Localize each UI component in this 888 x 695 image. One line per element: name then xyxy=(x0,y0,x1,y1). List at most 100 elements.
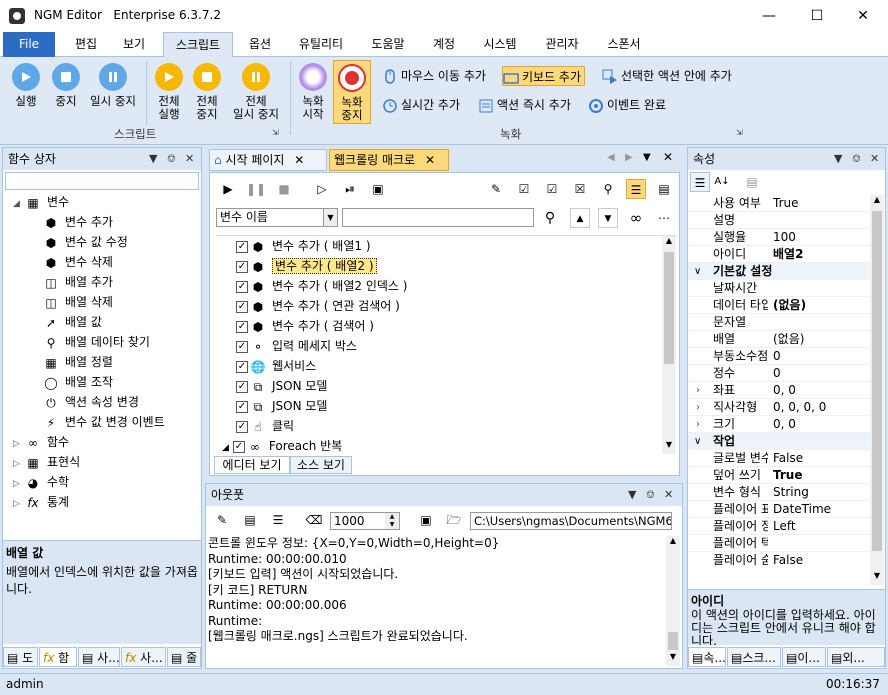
property-value[interactable]: 0, 0 xyxy=(773,416,796,433)
action-item[interactable]: ✓ ⧉ JSON 모델 xyxy=(236,376,327,396)
expand-icon[interactable]: › xyxy=(696,416,700,433)
property-category[interactable]: ∨ 기본값 설정 xyxy=(688,263,870,280)
tab-snippet[interactable]: ▤ 줄 xyxy=(167,647,201,667)
source-view-tab[interactable]: 소스 보기 xyxy=(290,456,352,474)
property-value[interactable]: DateTime xyxy=(773,501,831,518)
tree-item[interactable]: ⬢ 변수 추가 xyxy=(43,212,113,232)
dropdown-icon[interactable]: ▼ xyxy=(628,484,636,506)
tab-images[interactable]: ▤이... xyxy=(782,647,826,667)
list-icon[interactable]: ☰ xyxy=(268,510,288,530)
tree-item[interactable]: ⏻ 액션 속성 변경 xyxy=(43,392,139,412)
property-value[interactable]: (없음) xyxy=(773,297,806,314)
scroll-thumb[interactable] xyxy=(664,252,674,364)
edit-icon[interactable]: ✎ xyxy=(486,179,506,199)
search-icon[interactable]: ⚲ xyxy=(540,208,560,228)
property-value[interactable]: True xyxy=(773,467,802,484)
run-all-button[interactable]: 전체 실행 xyxy=(150,63,188,121)
menu-admin[interactable]: 관리자 xyxy=(536,32,588,57)
tree-item[interactable]: ▷ fx 통계 xyxy=(13,492,69,512)
tree-item[interactable]: ◫ 배열 추가 xyxy=(43,272,113,292)
record-start-button[interactable]: 녹화 시작 xyxy=(296,63,330,121)
tree-item[interactable]: ⚲ 배열 데이타 찾기 xyxy=(43,332,150,352)
pause-button[interactable]: 일시 중지 xyxy=(84,63,142,108)
add-action-now-button[interactable]: 액션 즉시 추가 xyxy=(478,95,571,115)
expand-icon[interactable]: ▷ xyxy=(13,434,25,454)
property-row[interactable]: › 크기 0, 0 xyxy=(688,416,870,433)
tree-item[interactable]: ◫ 배열 삭제 xyxy=(43,292,113,312)
expand-icon[interactable]: › xyxy=(696,399,700,416)
tree-item[interactable]: ⬢ 변수 삭제 xyxy=(43,252,113,272)
eraser-icon[interactable]: ⌫ xyxy=(304,510,324,530)
stop-icon[interactable]: ■ xyxy=(274,179,294,199)
action-item[interactable]: ✓ ⬢ 변수 추가 ( 연관 검색어 ) xyxy=(236,296,400,316)
property-value[interactable]: False xyxy=(773,552,803,567)
menu-script[interactable]: 스크립트 xyxy=(163,32,233,57)
output-scrollbar[interactable]: ▲ ▼ xyxy=(666,536,680,666)
pin-icon[interactable]: ⎊ xyxy=(852,148,861,170)
run-button[interactable]: 실행 xyxy=(6,63,46,108)
sort-alpha-icon[interactable]: A↓ xyxy=(712,172,732,192)
run-from-icon[interactable]: ▷ xyxy=(312,179,332,199)
property-value[interactable]: False xyxy=(773,450,803,467)
scroll-down-icon[interactable]: ▼ xyxy=(666,652,680,666)
tree-item[interactable]: ▷ ▦ 표현식 xyxy=(13,452,80,472)
run-step-icon[interactable]: ⏯ xyxy=(340,179,360,199)
action-item[interactable]: ✓ ⬢ 변수 추가 ( 배열1 ) xyxy=(236,236,371,256)
scroll-down-icon[interactable]: ▼ xyxy=(870,571,884,585)
property-row[interactable]: 정수 0 xyxy=(688,365,870,382)
tab-list-icon[interactable]: ▼ xyxy=(643,152,651,163)
categorized-icon[interactable]: ☰ xyxy=(690,172,710,192)
group-expand-icon[interactable]: ⇲ xyxy=(272,128,279,137)
tab-scroll-left-icon[interactable]: ◀ xyxy=(607,152,615,163)
tab-external[interactable]: ▤외... xyxy=(827,647,885,667)
property-row[interactable]: 설명 xyxy=(688,212,870,229)
action-checkbox[interactable]: ✓ xyxy=(236,240,248,253)
clean-icon[interactable]: ✎ xyxy=(212,510,232,530)
property-row[interactable]: 날짜시간 xyxy=(688,280,870,297)
pause-all-button[interactable]: 전체 일시 중지 xyxy=(226,63,286,121)
property-row[interactable]: 사용 여부 True xyxy=(688,195,870,212)
run-icon[interactable]: ▶ xyxy=(218,179,238,199)
action-item[interactable]: ✓ ⬢ 변수 추가 ( 검색어 ) xyxy=(236,316,374,336)
tab-close-icon[interactable]: ✕ xyxy=(425,153,435,167)
search-icon[interactable]: ⚲ xyxy=(598,179,618,199)
property-row[interactable]: › 좌표 0, 0 xyxy=(688,382,870,399)
property-row[interactable]: 플레이어 텍스트 xyxy=(688,535,870,552)
tree-item[interactable]: ◯ 배열 조작 xyxy=(43,372,113,392)
collapse-icon[interactable]: ◢ xyxy=(13,194,25,214)
expand-icon[interactable]: ▷ xyxy=(13,454,25,474)
property-value[interactable]: 배열2 xyxy=(773,246,803,263)
action-item[interactable]: ✓ ⚬ 입력 메세지 박스 xyxy=(236,336,357,356)
property-scrollbar[interactable]: ▲ ▼ xyxy=(870,195,884,585)
property-row[interactable]: 변수 형식 String xyxy=(688,484,870,501)
file-menu[interactable]: File xyxy=(3,32,55,57)
function-search-input[interactable] xyxy=(5,172,199,190)
tree-item[interactable]: ▦ 배열 정렬 xyxy=(43,352,113,372)
action-item[interactable]: ✓ ⬢ 변수 추가 ( 배열2 인덱스 ) xyxy=(236,276,407,296)
dropdown-icon[interactable]: ▼ xyxy=(149,148,157,170)
event-complete-button[interactable]: 이벤트 완료 xyxy=(588,95,666,115)
tab-script-list[interactable]: ▤스크... xyxy=(727,647,781,667)
output-count-stepper[interactable]: 1000 ▲ ▼ xyxy=(330,512,400,530)
action-item[interactable]: ✓ 🌐 웹서비스 xyxy=(236,356,316,376)
property-row[interactable]: 글로벌 변수 False xyxy=(688,450,870,467)
record-stop-button[interactable]: 녹화 중지 xyxy=(333,60,371,124)
action-checkbox[interactable]: ✓ xyxy=(236,360,248,373)
action-checkbox[interactable]: ✓ xyxy=(236,400,248,413)
document-search-icon[interactable]: ▤ xyxy=(240,510,260,530)
close-icon[interactable]: ✕ xyxy=(664,484,673,506)
scroll-up-icon[interactable]: ▲ xyxy=(662,236,676,250)
tree-item[interactable]: ⬢ 변수 값 수정 xyxy=(43,232,128,252)
minimize-button[interactable]: — xyxy=(746,0,792,32)
property-row[interactable]: 플레이어 정렬 Left xyxy=(688,518,870,535)
scroll-up-icon[interactable]: ▲ xyxy=(666,536,680,550)
action-item[interactable]: ◢ ✓ ∞ Foreach 반복 xyxy=(222,436,342,456)
scroll-thumb[interactable] xyxy=(872,211,882,551)
infinity-icon[interactable]: ∞ xyxy=(626,208,646,228)
close-icon[interactable]: ✕ xyxy=(185,148,194,170)
tree-item[interactable]: ◢ ▦ 변수 xyxy=(13,192,69,212)
property-row[interactable]: 문자열 xyxy=(688,314,870,331)
tree-item[interactable]: ➚ 배열 값 xyxy=(43,312,102,332)
property-value[interactable]: String xyxy=(773,484,809,501)
document-close-icon[interactable]: ✕ xyxy=(663,150,673,164)
